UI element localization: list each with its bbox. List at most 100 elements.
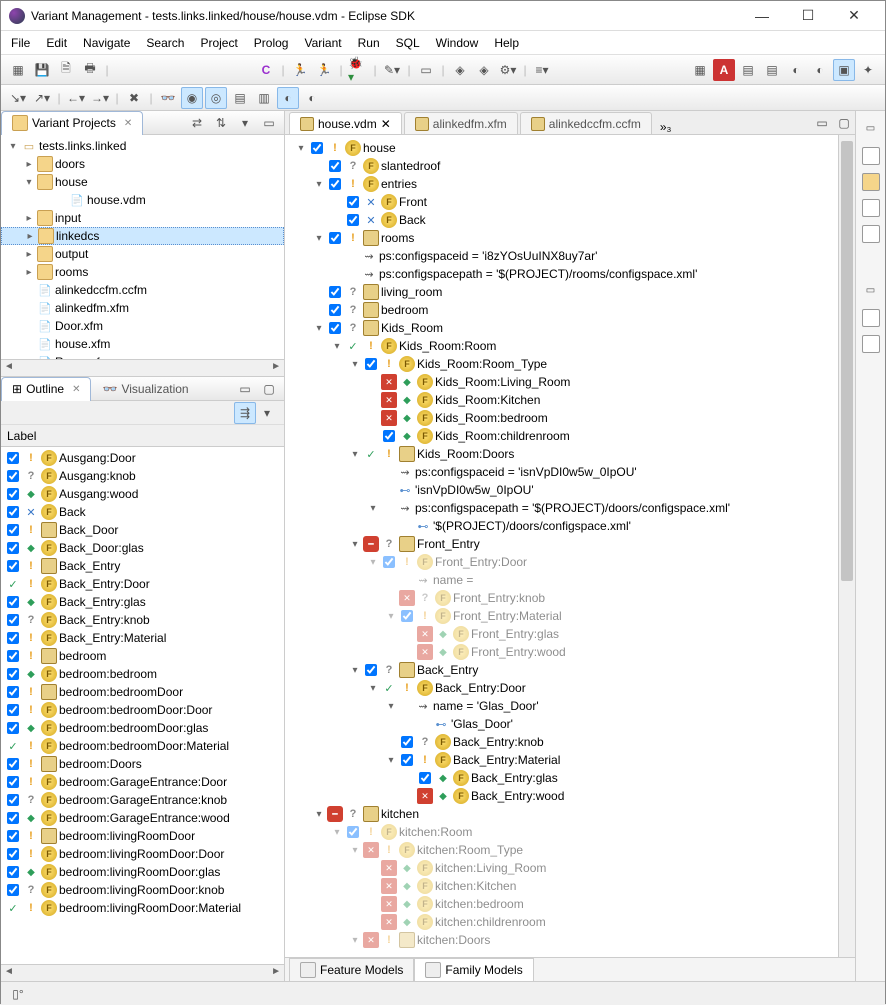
- menu-window[interactable]: Window: [436, 36, 479, 50]
- overlays-icon[interactable]: ◎: [205, 87, 227, 109]
- status-icon[interactable]: ▯°: [7, 983, 29, 1005]
- side-icon-1[interactable]: [862, 147, 880, 165]
- projects-tree[interactable]: ▾tests.links.linked▸doors▾house·house.vd…: [1, 135, 284, 359]
- editor-tab[interactable]: house.vdm✕: [289, 112, 402, 134]
- outline-row[interactable]: bedroom:livingRoomDoor:Door: [1, 845, 284, 863]
- checkbox[interactable]: [345, 824, 361, 840]
- feature-row[interactable]: kitchen:Kitchen: [285, 877, 855, 895]
- tree-toggle[interactable]: ▾: [365, 503, 381, 514]
- checkbox[interactable]: [5, 666, 21, 682]
- tree-toggle[interactable]: ▾: [365, 557, 381, 568]
- tree-toggle[interactable]: ▾: [347, 539, 363, 550]
- outline-scrollbar-x[interactable]: [1, 964, 284, 981]
- menu-project[interactable]: Project: [200, 36, 237, 50]
- tree-toggle[interactable]: ▾: [311, 809, 327, 820]
- feature-row[interactable]: Back_Entry:glas: [285, 769, 855, 787]
- checkbox[interactable]: [399, 752, 415, 768]
- checkbox[interactable]: [381, 428, 397, 444]
- checkbox[interactable]: [345, 194, 361, 210]
- outline-list[interactable]: Ausgang:DoorAusgang:knobAusgang:woodBack…: [1, 447, 284, 964]
- tool-a-icon[interactable]: ▤: [229, 87, 251, 109]
- tab-variant-projects[interactable]: Variant Projects ✕: [1, 111, 143, 135]
- checkbox[interactable]: [5, 702, 21, 718]
- feature-row[interactable]: ▾Back_Entry:Material: [285, 751, 855, 769]
- persp-a-icon[interactable]: A: [713, 59, 735, 81]
- menu-prolog[interactable]: Prolog: [254, 36, 289, 50]
- feature-row[interactable]: ▾Kids_Room:Doors: [285, 445, 855, 463]
- min-icon[interactable]: ▭: [258, 112, 280, 134]
- checkbox[interactable]: [5, 540, 21, 556]
- nav2-icon[interactable]: ↗▾: [31, 87, 53, 109]
- feature-row[interactable]: ▾Front_Entry:Door: [285, 553, 855, 571]
- persp-variant-icon[interactable]: ▣: [833, 59, 855, 81]
- feature-row[interactable]: ·ps:configspaceid = 'isnVpDI0w5w_0IpOU': [285, 463, 855, 481]
- list-icon[interactable]: ≡▾: [531, 59, 553, 81]
- persp1-icon[interactable]: ▦: [689, 59, 711, 81]
- restore2-icon[interactable]: ▭: [860, 279, 882, 301]
- checkbox[interactable]: [363, 356, 379, 372]
- feature-row[interactable]: Back_Entry:knob: [285, 733, 855, 751]
- feature-row[interactable]: bedroom: [285, 301, 855, 319]
- checkbox[interactable]: [5, 468, 21, 484]
- outline-row[interactable]: bedroom:livingRoomDoor:knob: [1, 881, 284, 899]
- run-person2-icon[interactable]: 🏃: [313, 59, 335, 81]
- feature-row[interactable]: ▾·name = 'Glas_Door': [285, 697, 855, 715]
- save-icon[interactable]: 💾: [31, 59, 53, 81]
- close-icon[interactable]: ✕: [124, 118, 132, 129]
- feature-row[interactable]: ▾rooms: [285, 229, 855, 247]
- tree-toggle[interactable]: ▾: [311, 323, 327, 334]
- close-icon[interactable]: ✕: [72, 384, 80, 395]
- side-icon-2[interactable]: [862, 173, 880, 191]
- checkbox[interactable]: [327, 230, 343, 246]
- menu-help[interactable]: Help: [494, 36, 519, 50]
- persp8-icon[interactable]: ✦: [857, 59, 879, 81]
- feature-row[interactable]: ·ps:configspacepath = '$(PROJECT)/rooms/…: [285, 265, 855, 283]
- side-icon-6[interactable]: [862, 335, 880, 353]
- persp5-icon[interactable]: ◐: [785, 59, 807, 81]
- maximize-button[interactable]: ☐: [785, 1, 831, 31]
- projects-scrollbar-x[interactable]: [1, 359, 284, 376]
- restore-icon[interactable]: ▭: [860, 117, 882, 139]
- feature-row[interactable]: ▾kitchen:Doors: [285, 931, 855, 949]
- outline-row[interactable]: Back_Door:glas: [1, 539, 284, 557]
- outline-row[interactable]: Ausgang:wood: [1, 485, 284, 503]
- menu-variant[interactable]: Variant: [304, 36, 341, 50]
- project-item[interactable]: house.xfm: [1, 335, 284, 353]
- tool-d-icon[interactable]: ◐: [301, 87, 323, 109]
- project-item[interactable]: ·house.vdm: [1, 191, 284, 209]
- checkbox[interactable]: [345, 212, 361, 228]
- cube2-icon[interactable]: ◈: [473, 59, 495, 81]
- checkbox[interactable]: [5, 612, 21, 628]
- project-item[interactable]: alinkedccfm.ccfm: [1, 281, 284, 299]
- outline-row[interactable]: Ausgang:knob: [1, 467, 284, 485]
- checkbox[interactable]: [327, 302, 343, 318]
- wand-icon[interactable]: ✎▾: [381, 59, 403, 81]
- project-item[interactable]: ▸input: [1, 209, 284, 227]
- outline-row[interactable]: bedroom:Doors: [1, 755, 284, 773]
- project-item[interactable]: ▸linkedcs: [1, 227, 284, 245]
- max-icon[interactable]: ▢: [258, 378, 280, 400]
- feature-row[interactable]: ▾Kids_Room:Room_Type: [285, 355, 855, 373]
- outline-row[interactable]: bedroom:GarageEntrance:Door: [1, 773, 284, 791]
- feature-row[interactable]: Front: [285, 193, 855, 211]
- menu-sql[interactable]: SQL: [396, 36, 420, 50]
- tab-family-models[interactable]: Family Models: [414, 958, 533, 982]
- run-person-icon[interactable]: 🏃: [289, 59, 311, 81]
- tree-toggle[interactable]: ▾: [383, 611, 399, 622]
- project-item[interactable]: ▾house: [1, 173, 284, 191]
- tool-b-icon[interactable]: ▥: [253, 87, 275, 109]
- outline-row[interactable]: Back: [1, 503, 284, 521]
- feature-row[interactable]: ▾·ps:configspacepath = '$(PROJECT)/doors…: [285, 499, 855, 517]
- checkbox[interactable]: [5, 450, 21, 466]
- checkbox[interactable]: [5, 882, 21, 898]
- checkbox[interactable]: [309, 140, 325, 156]
- feature-row[interactable]: ▾house: [285, 139, 855, 157]
- outline-row[interactable]: bedroom:bedroomDoor: [1, 683, 284, 701]
- feature-row[interactable]: ▾Back_Entry: [285, 661, 855, 679]
- glasses-icon[interactable]: 👓: [157, 87, 179, 109]
- tree-toggle[interactable]: ▾: [329, 827, 345, 838]
- feature-row[interactable]: Back_Entry:wood: [285, 787, 855, 805]
- project-root[interactable]: ▾tests.links.linked: [1, 137, 284, 155]
- persp6-icon[interactable]: ◐: [809, 59, 831, 81]
- minimize-button[interactable]: —: [739, 1, 785, 31]
